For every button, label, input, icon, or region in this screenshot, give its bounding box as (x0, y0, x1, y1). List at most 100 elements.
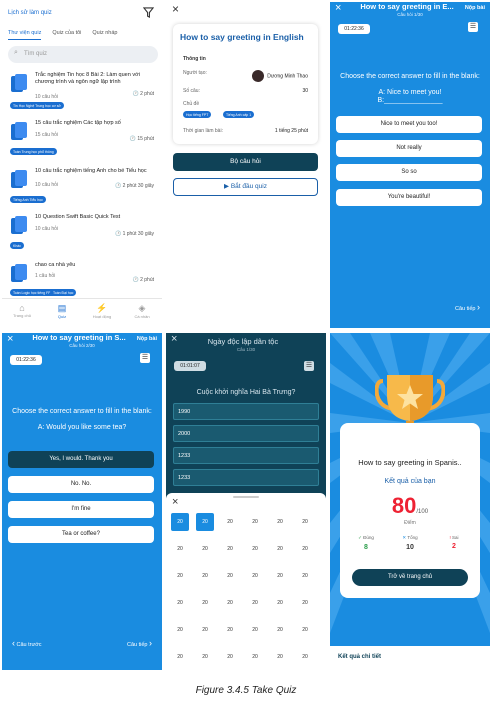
quiz-library-screen: Lịch sử làm quiz Thư viện quiz Quiz của … (2, 2, 162, 328)
answer-option[interactable]: You're beautiful! (336, 189, 482, 206)
question-number-cell[interactable]: 20 (246, 594, 264, 612)
quiz-tag: Khác (10, 242, 24, 249)
history-link[interactable]: Lịch sử làm quiz (8, 10, 52, 16)
question-number-cell[interactable]: 20 (271, 513, 289, 531)
nav-quiz[interactable]: ▤ Quiz (47, 303, 77, 328)
question-number-cell[interactable]: 20 (246, 513, 264, 531)
close-icon[interactable]: × (335, 2, 341, 14)
quiz-title: How to say greeting in Spanis.. (358, 458, 462, 467)
question-number-cell[interactable]: 20 (171, 567, 189, 585)
tab-my-quiz[interactable]: Quiz của tôi (52, 30, 81, 40)
question-number-cell[interactable]: 20 (296, 594, 314, 612)
search-input[interactable]: ⌕ Tìm quiz (8, 46, 158, 63)
drag-handle[interactable] (233, 496, 259, 498)
question-number-cell[interactable]: 20 (246, 621, 264, 639)
start-quiz-button[interactable]: ▶ Bắt đầu quiz (173, 178, 318, 196)
menu-icon[interactable]: ☰ (468, 22, 478, 32)
document-icon (11, 264, 27, 282)
question-number-cell[interactable]: 20 (196, 567, 214, 585)
answer-option-selected[interactable]: Yes, I would. Thank you (8, 451, 154, 468)
question-number-cell[interactable]: 20 (296, 513, 314, 531)
quiz-time: 🕑 15 phút (129, 136, 154, 142)
menu-icon[interactable]: ☰ (140, 353, 150, 363)
question-number-cell[interactable]: 20 (296, 540, 314, 558)
question-number-cell[interactable]: 20 (171, 648, 189, 666)
question-number-cell[interactable]: 20 (221, 567, 239, 585)
question-number-cell[interactable]: 20 (271, 621, 289, 639)
answer-option[interactable]: 1233 (173, 447, 319, 464)
question-number-cell[interactable]: 20 (196, 513, 214, 531)
close-icon[interactable]: × (171, 333, 177, 345)
question-number-cell[interactable]: 20 (296, 567, 314, 585)
quiz-list-item[interactable]: 10 Question Swift Basic Quick Test 10 câ… (8, 214, 160, 256)
question-number-cell[interactable]: 20 (171, 513, 189, 531)
question-number-cell[interactable]: 20 (221, 648, 239, 666)
count-row: Số câu: 30 (183, 88, 308, 94)
submit-button[interactable]: Nộp bài (465, 5, 485, 11)
question-text: Cuộc khởi nghĩa Hai Bà Trưng? (196, 389, 296, 396)
nav-activity[interactable]: ⚡ Hoạt động (87, 303, 117, 328)
answer-option[interactable]: Not really (336, 140, 482, 157)
question-number-cell[interactable]: 20 (221, 621, 239, 639)
answer-option[interactable]: 1990 (173, 403, 319, 420)
answer-option[interactable]: Nice to meet you too! (336, 116, 482, 133)
question-number-cell[interactable]: 20 (196, 648, 214, 666)
question-number-cell[interactable]: 20 (271, 594, 289, 612)
nav-profile[interactable]: ◈ Cá nhân (127, 303, 157, 328)
question-number-cell[interactable]: 20 (171, 540, 189, 558)
tab-library[interactable]: Thư viện quiz (8, 30, 42, 40)
answer-option[interactable]: I'm fine (8, 501, 154, 518)
filter-icon[interactable] (142, 7, 155, 21)
quiz-count: 10 câu hỏi (35, 94, 59, 100)
check-icon: ✓ (358, 535, 362, 540)
quiz-tag: Toán Trung học phổ thông (10, 148, 57, 155)
quiz-question-screen: × How to say greeting in S... Câu hỏi 2/… (2, 333, 162, 670)
question-number-cell[interactable]: 20 (221, 594, 239, 612)
question-number-cell[interactable]: 20 (246, 540, 264, 558)
quiz-icon: ▤ (57, 303, 67, 313)
quiz-list-item[interactable]: Trắc nghiệm Tin học 8 Bài 2: Làm quen vớ… (8, 72, 160, 114)
question-number-cell[interactable]: 20 (196, 621, 214, 639)
quiz-list-item[interactable]: 10 câu trắc nghiệm tiếng Anh cho bé Tiểu… (8, 168, 160, 210)
question-number-cell[interactable]: 20 (196, 594, 214, 612)
question-number-cell[interactable]: 20 (296, 648, 314, 666)
question-number-cell[interactable]: 20 (171, 621, 189, 639)
chevron-right-icon: › (149, 638, 152, 648)
answer-option[interactable]: Tea or coffee? (8, 526, 154, 543)
answer-option[interactable]: So so (336, 164, 482, 181)
nav-home[interactable]: ⌂ Trang chủ (7, 303, 37, 328)
question-number-cell[interactable]: 20 (246, 648, 264, 666)
tab-draft[interactable]: Quiz nháp (92, 30, 117, 40)
question-number-cell[interactable]: 20 (296, 621, 314, 639)
quiz-title: chao ca nhà yêu (35, 262, 76, 268)
score-label: Điểm (404, 520, 416, 526)
question-number-cell[interactable]: 20 (171, 594, 189, 612)
next-question-button[interactable]: Câu tiếp › (455, 302, 480, 312)
answer-option[interactable]: No. No. (8, 476, 154, 493)
question-text: Choose the correct answer to fill in the… (340, 73, 480, 80)
question-counter: Câu hỏi 1/30 (397, 12, 423, 17)
question-line-a: A: Would you like some tea? (37, 424, 127, 431)
prev-question-button[interactable]: ‹ Câu trước (12, 638, 42, 648)
question-number-cell[interactable]: 20 (221, 540, 239, 558)
question-set-button[interactable]: Bộ câu hỏi (173, 153, 318, 171)
question-number-cell[interactable]: 20 (246, 567, 264, 585)
close-icon[interactable]: × (172, 496, 178, 508)
detail-results-link[interactable]: Kết quả chi tiết (330, 646, 490, 670)
question-number-cell[interactable]: 20 (271, 540, 289, 558)
quiz-title: 10 câu trắc nghiệm tiếng Anh cho bé Tiểu… (35, 168, 147, 174)
close-icon[interactable]: × (7, 333, 13, 345)
submit-button[interactable]: Nộp bài (137, 336, 157, 342)
question-number-cell[interactable]: 20 (271, 567, 289, 585)
close-icon[interactable]: × (172, 2, 179, 16)
question-number-cell[interactable]: 20 (196, 540, 214, 558)
next-question-button[interactable]: Câu tiếp › (127, 638, 152, 648)
question-number-cell[interactable]: 20 (221, 513, 239, 531)
answer-option[interactable]: 2000 (173, 425, 319, 442)
back-home-button[interactable]: Trở về trang chủ (352, 569, 468, 586)
question-number-cell[interactable]: 20 (271, 648, 289, 666)
answer-option[interactable]: 1233 (173, 469, 319, 486)
quiz-list-item[interactable]: 15 câu trắc nghiệm Các tập hợp số 15 câu… (8, 120, 160, 162)
menu-icon[interactable]: ☰ (304, 361, 314, 371)
quiz-count: 10 câu hỏi (35, 226, 59, 232)
